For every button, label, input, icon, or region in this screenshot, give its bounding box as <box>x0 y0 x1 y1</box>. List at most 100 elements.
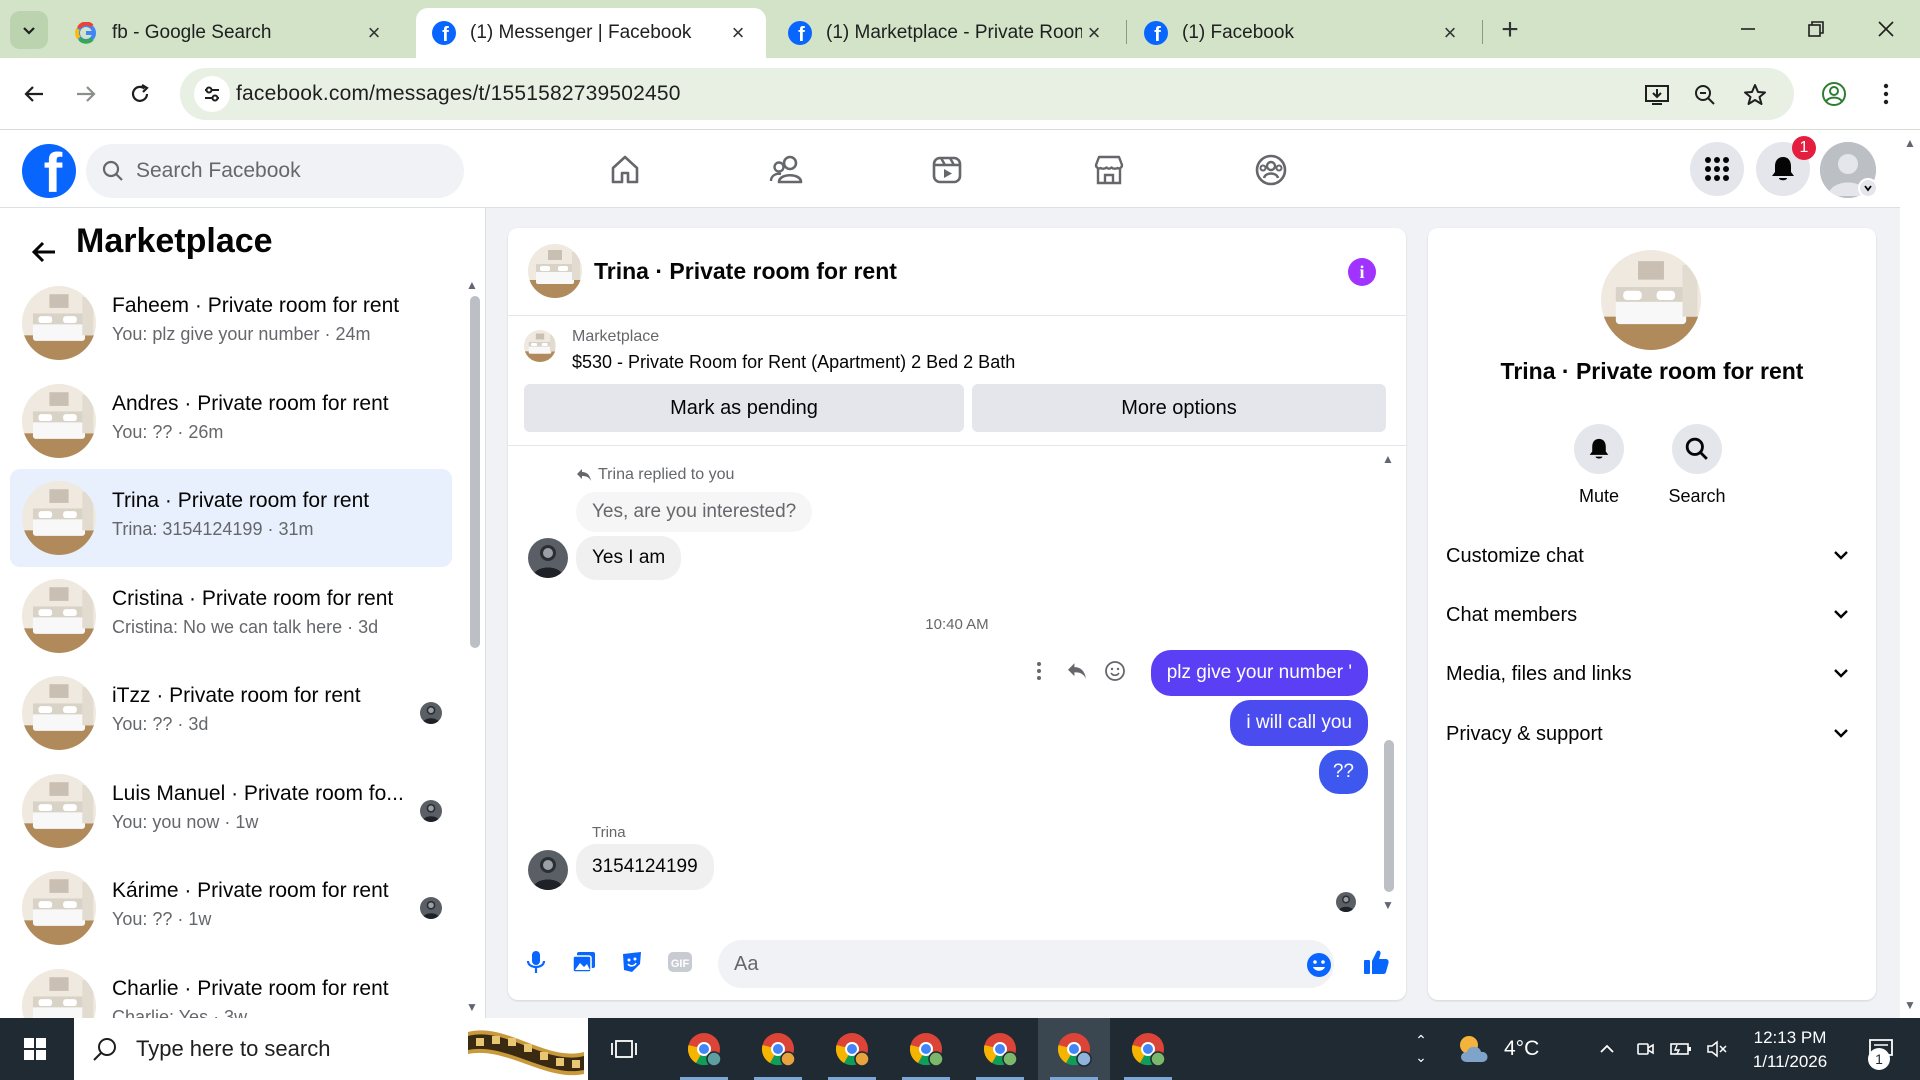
outgoing-message[interactable]: plz give your number ' <box>1150 650 1368 696</box>
reply-button[interactable] <box>1062 656 1092 686</box>
task-view-button[interactable] <box>588 1018 660 1080</box>
menu-button[interactable] <box>1690 142 1744 196</box>
site-info-button[interactable] <box>194 76 230 112</box>
quoted-message[interactable]: Yes, are you interested? <box>576 492 813 532</box>
nav-video[interactable] <box>892 142 1002 198</box>
message-input-box[interactable] <box>718 940 1334 988</box>
nav-home[interactable] <box>570 142 680 198</box>
facebook-search-box[interactable] <box>86 144 464 198</box>
new-tab-button[interactable]: + <box>1494 13 1526 46</box>
info-avatar[interactable] <box>1601 250 1701 350</box>
voice-clip-button[interactable] <box>518 944 554 980</box>
like-button[interactable] <box>1358 944 1394 980</box>
close-tab-icon[interactable]: × <box>1438 20 1462 45</box>
mute-button[interactable]: Mute <box>1554 424 1644 507</box>
customize-chat-section[interactable]: Customize chat <box>1438 528 1866 584</box>
close-tab-icon[interactable]: × <box>726 20 750 45</box>
taskbar-chrome-app[interactable] <box>816 1018 888 1080</box>
sender-avatar[interactable] <box>528 538 568 578</box>
taskbar-chrome-app[interactable] <box>742 1018 814 1080</box>
browser-tab-active[interactable]: f (1) Messenger | Facebook × <box>416 8 766 58</box>
scroll-up-arrow[interactable]: ▲ <box>466 278 478 292</box>
conversation-item[interactable]: Charlie · Private room for rent Charlie: … <box>10 957 452 1018</box>
profile-button[interactable] <box>1814 74 1854 114</box>
zoom-button[interactable] <box>1690 80 1720 110</box>
listing-thumbnail[interactable] <box>524 330 556 362</box>
message-more-button[interactable] <box>1024 656 1054 686</box>
conversation-item[interactable]: Andres · Private room for rent You: ?? · … <box>10 372 452 470</box>
taskbar-chrome-app[interactable] <box>1112 1018 1184 1080</box>
browser-tab[interactable]: fb - Google Search × <box>58 8 402 58</box>
privacy-support-section[interactable]: Privacy & support <box>1438 706 1866 762</box>
media-files-links-section[interactable]: Media, files and links <box>1438 646 1866 702</box>
scroll-down-arrow[interactable]: ▼ <box>1382 898 1394 912</box>
taskbar-chrome-app[interactable] <box>668 1018 740 1080</box>
nav-friends[interactable] <box>732 142 842 198</box>
back-button[interactable] <box>24 228 64 276</box>
weather-icon[interactable] <box>1444 1018 1504 1080</box>
forward-button[interactable] <box>66 74 106 114</box>
conversation-item[interactable]: Luis Manuel · Private room fo... You: you… <box>10 762 452 860</box>
chat-title[interactable]: Trina · Private room for rent <box>594 258 897 285</box>
taskbar-clock[interactable]: 12:13 PM 1/11/2026 <box>1730 1026 1850 1074</box>
conversation-item[interactable]: iTzz · Private room for rent You: ?? · 3d <box>10 664 452 762</box>
chat-members-section[interactable]: Chat members <box>1438 587 1866 643</box>
sidebar-scrollbar[interactable] <box>470 296 480 648</box>
reload-button[interactable] <box>120 74 160 114</box>
meet-now-icon[interactable] <box>1630 1018 1660 1080</box>
taskbar-chrome-app[interactable] <box>964 1018 1036 1080</box>
taskbar-scroll-arrows[interactable]: ⌃ ⌄ <box>1408 1018 1434 1080</box>
scroll-up-arrow[interactable]: ▲ <box>1904 136 1916 150</box>
outgoing-message[interactable]: i will call you <box>1230 700 1368 746</box>
restore-button[interactable] <box>1792 10 1840 48</box>
sender-avatar[interactable] <box>528 850 568 890</box>
tab-search-button[interactable] <box>10 11 48 49</box>
gif-button[interactable]: GIF <box>662 944 698 980</box>
weather-temperature[interactable]: 4°C <box>1504 1018 1574 1080</box>
taskbar-search-input[interactable] <box>136 1036 456 1062</box>
conversation-item[interactable]: Trina · Private room for rent Trina: 3154… <box>10 469 452 567</box>
close-tab-icon[interactable]: × <box>1082 20 1106 45</box>
search-in-conversation-button[interactable]: Search <box>1652 424 1742 507</box>
chat-scrollbar[interactable] <box>1384 740 1394 892</box>
incoming-message[interactable]: Yes I am <box>576 536 682 580</box>
nav-groups[interactable] <box>1216 142 1326 198</box>
conversation-item[interactable]: Cristina · Private room for rent Cristina… <box>10 567 452 665</box>
account-chevron-button[interactable] <box>1858 178 1878 198</box>
incoming-message[interactable]: 3154124199 <box>576 844 714 890</box>
mark-as-pending-button[interactable]: Mark as pending <box>524 384 964 432</box>
back-button[interactable] <box>14 74 54 114</box>
chat-avatar[interactable] <box>528 244 582 298</box>
more-options-button[interactable]: More options <box>972 384 1386 432</box>
conversation-item[interactable]: Faheem · Private room for rent You: plz g… <box>10 274 452 372</box>
address-bar[interactable]: facebook.com/messages/t/1551582739502450 <box>180 68 1794 120</box>
page-scrollbar[interactable]: ▲ ▼ <box>1900 130 1920 1018</box>
taskbar-chrome-app[interactable] <box>1038 1018 1110 1080</box>
scroll-up-arrow[interactable]: ▲ <box>1382 452 1394 466</box>
install-app-button[interactable] <box>1642 80 1672 110</box>
message-input[interactable] <box>734 950 1274 978</box>
start-button[interactable] <box>0 1018 70 1080</box>
volume-muted-icon[interactable] <box>1702 1018 1732 1080</box>
bookmark-button[interactable] <box>1740 80 1770 110</box>
taskbar-chrome-app[interactable] <box>890 1018 962 1080</box>
browser-tab[interactable]: f (1) Marketplace - Private Room × <box>772 8 1122 58</box>
emoji-button[interactable] <box>1306 952 1332 978</box>
minimize-button[interactable] <box>1724 10 1772 48</box>
browser-tab[interactable]: f (1) Facebook × <box>1128 8 1478 58</box>
listing-title[interactable]: $530 - Private Room for Rent (Apartment)… <box>572 352 1015 373</box>
browser-menu-button[interactable] <box>1866 74 1906 114</box>
facebook-logo[interactable]: f <box>22 144 76 198</box>
close-window-button[interactable] <box>1862 10 1910 48</box>
facebook-search-input[interactable] <box>136 159 436 183</box>
outgoing-message[interactable]: ?? <box>1318 750 1368 794</box>
sticker-button[interactable] <box>614 944 650 980</box>
battery-icon[interactable] <box>1666 1018 1696 1080</box>
show-hidden-icons-button[interactable] <box>1592 1018 1622 1080</box>
close-tab-icon[interactable]: × <box>362 20 386 45</box>
nav-marketplace[interactable] <box>1054 142 1164 198</box>
scroll-down-arrow[interactable]: ▼ <box>1904 998 1916 1012</box>
info-icon[interactable]: i <box>1348 258 1376 286</box>
conversation-item[interactable]: Kárime · Private room for rent You: ?? · … <box>10 859 452 957</box>
react-button[interactable] <box>1100 656 1130 686</box>
